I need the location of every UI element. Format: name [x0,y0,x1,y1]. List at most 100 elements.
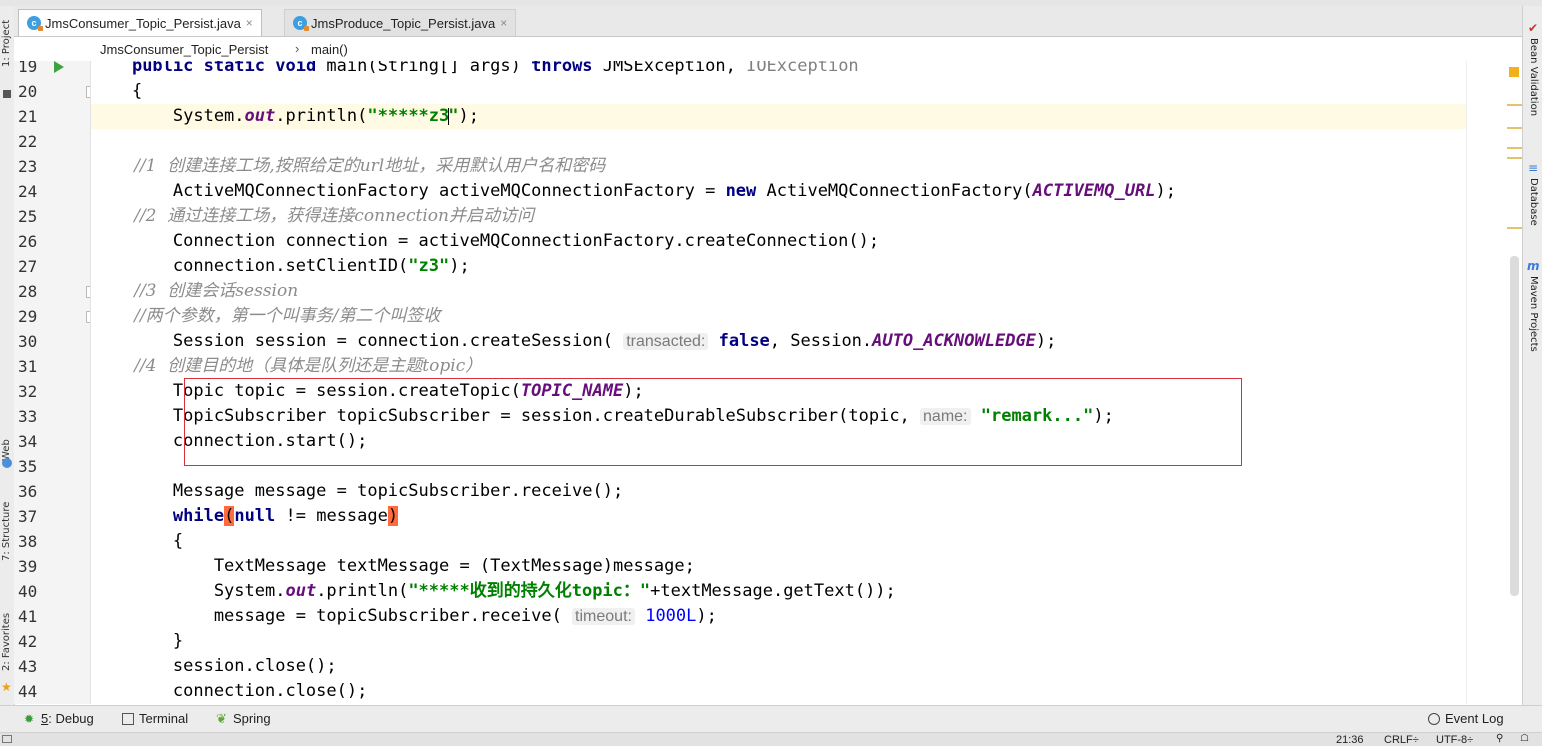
status-bar: 21:36 CRLF÷ UTF-8÷ ⚲ ☖ [0,732,1542,746]
readonly-lock-icon[interactable]: ⚲ [1496,733,1503,744]
line-number: 20 [18,82,38,101]
line-number: 32 [18,382,38,401]
run-gutter-icon[interactable] [54,61,64,73]
code-editor[interactable]: public static void main(String[] args) t… [91,61,1466,704]
code-line[interactable]: TextMessage textMessage = (TextMessage)m… [91,554,695,579]
code-line[interactable]: public static void main(String[] args) t… [91,61,859,79]
highlight-box [184,378,1242,466]
stripe-mark[interactable] [1507,127,1523,129]
line-number: 33 [18,407,38,426]
code-line[interactable]: while(null != message) [91,504,399,529]
tab-jmsconsumer-topic-persist[interactable]: c JmsConsumer_Topic_Persist.java × [18,9,262,36]
project-panel-icon [3,90,11,98]
line-separator[interactable]: CRLF÷ [1384,734,1419,746]
code-line[interactable]: //2 通过连接工场，获得连接connection并启动访问 [91,204,534,229]
bean-validation-tool-button[interactable]: Bean Validation [1526,38,1540,116]
favorites-tool-button[interactable]: 2: Favorites [0,602,14,682]
favorites-star-icon: ★ [1,680,12,694]
database-label: Database [1528,178,1539,226]
maven-projects-tool-button[interactable]: Maven Projects [1526,276,1540,352]
caret-position[interactable]: 21:36 [1336,734,1364,746]
project-tool-button[interactable]: 1: Project [0,8,14,78]
code-line[interactable]: //3 创建会话session [91,279,298,304]
code-line[interactable]: connection.setClientID("z3"); [91,254,470,279]
code-line[interactable]: Message message = topicSubscriber.receiv… [91,479,623,504]
line-number: 19 [18,61,38,76]
structure-tool-button[interactable]: 7: Structure [0,486,14,576]
line-number: 34 [18,432,38,451]
bean-validation-icon: ✔ [1527,21,1539,35]
debug-bug-icon: ✹ [24,711,35,726]
debug-number: 5 [41,711,49,726]
code-line[interactable]: { [91,529,183,554]
java-class-icon: c [27,16,43,31]
web-icon [2,458,12,468]
parameter-hint: transacted: [623,333,709,350]
close-tab-icon[interactable]: × [246,16,253,30]
terminal-tool-button[interactable]: Terminal [122,711,188,726]
favorites-tool-label: 2: Favorites [1,612,12,672]
code-line[interactable]: System.out.println("*****收到的持久化topic："+t… [91,579,896,604]
tab-jmsproduce-topic-persist[interactable]: c JmsProduce_Topic_Persist.java × [284,9,517,36]
breadcrumb: JmsConsumer_Topic_Persist › main() [14,37,1522,62]
close-tab-icon[interactable]: × [500,16,507,30]
code-line[interactable]: System.out.println("*****z3"); [91,104,479,129]
web-tool-button[interactable]: Web [0,422,14,478]
inspector-icon[interactable]: ☖ [1520,733,1529,744]
file-encoding[interactable]: UTF-8÷ [1436,734,1473,746]
line-number: 23 [18,157,38,176]
code-line[interactable]: //1 创建连接工场,按照给定的url地址，采用默认用户名和密码 [91,154,605,179]
brace-match-highlight: ) [387,506,399,526]
line-number: 31 [18,357,38,376]
code-line[interactable]: { [91,79,142,104]
stripe-mark[interactable] [1507,157,1523,159]
left-tool-strip: 1: Project Web 7: Structure 2: Favorites… [0,6,15,706]
database-tool-button[interactable]: Database [1526,178,1540,226]
line-number: 37 [18,507,38,526]
error-stripe[interactable] [1466,61,1523,704]
breadcrumb-class[interactable]: JmsConsumer_Topic_Persist [100,42,268,57]
line-number: 30 [18,332,38,351]
stripe-mark[interactable] [1507,104,1523,106]
editor-tab-bar: c JmsConsumer_Topic_Persist.java × c Jms… [14,6,1522,37]
line-number: 27 [18,257,38,276]
stripe-mark[interactable] [1507,147,1523,149]
line-number: 43 [18,657,38,676]
line-number: 38 [18,532,38,551]
debug-tool-button[interactable]: ✹ 5: Debug [24,711,94,726]
event-log-button[interactable]: Event Log [1428,711,1504,726]
maven-icon: m [1527,259,1540,273]
parameter-hint: timeout: [572,608,635,625]
stripe-mark[interactable] [1507,227,1523,229]
java-class-icon: c [293,16,309,31]
tab-label: JmsProduce_Topic_Persist.java [311,15,496,31]
line-number: 35 [18,457,38,476]
debug-label: : Debug [48,711,94,726]
spring-label: Spring [233,711,271,726]
code-line[interactable]: Session session = connection.createSessi… [91,329,1057,354]
code-line[interactable]: ActiveMQConnectionFactory activeMQConnec… [91,179,1176,204]
spring-leaf-icon: ❦ [216,710,227,726]
vertical-scrollbar[interactable] [1510,256,1519,596]
code-line[interactable]: Connection connection = activeMQConnecti… [91,229,879,254]
bean-validation-label: Bean Validation [1528,38,1539,117]
code-line[interactable]: } [91,629,183,654]
maven-projects-label: Maven Projects [1528,276,1539,352]
spring-tool-button[interactable]: ❦ Spring [216,711,271,726]
tool-windows-toggle-icon[interactable] [2,735,12,743]
code-line[interactable]: //4 创建目的地（具体是队列还是主题topic） [91,354,482,379]
database-icon: ≡ [1527,161,1539,175]
code-line[interactable]: //两个参数，第一个叫事务/第二个叫签收 [91,304,440,329]
code-line[interactable]: connection.close(); [91,679,367,704]
warning-indicator-icon[interactable] [1509,67,1519,77]
code-line[interactable]: message = topicSubscriber.receive( timeo… [91,604,717,629]
structure-tool-label: 7: Structure [1,501,12,561]
code-line[interactable]: session.close(); [91,654,337,679]
line-number-gutter: 19 20 21 22 23 24 25 26 27 28 29 30 31 3… [14,61,91,704]
line-number: 22 [18,132,38,151]
line-number: 28 [18,282,38,301]
line-number: 25 [18,207,38,226]
breadcrumb-method[interactable]: main() [311,42,348,57]
line-number: 40 [18,582,38,601]
terminal-icon [122,712,134,725]
